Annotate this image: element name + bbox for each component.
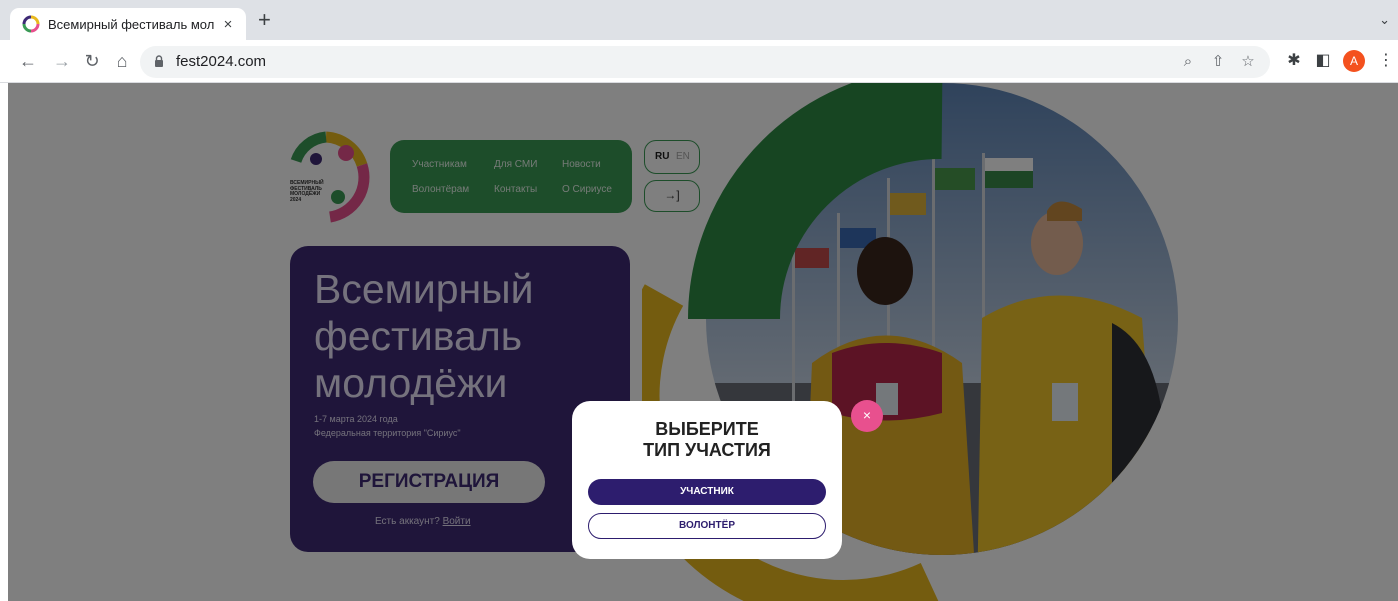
- back-icon[interactable]: ←: [16, 49, 40, 73]
- volunteer-button[interactable]: ВОЛОНТЁР: [588, 513, 826, 539]
- extensions-icon[interactable]: ✱: [1283, 50, 1305, 72]
- participant-button[interactable]: УЧАСТНИК: [588, 479, 826, 505]
- tab-strip: Всемирный фестиваль молод × + ⌄: [0, 0, 1398, 40]
- profile-avatar[interactable]: A: [1343, 50, 1365, 72]
- forward-icon[interactable]: →: [50, 49, 74, 73]
- zoom-icon[interactable]: ⌕: [1178, 52, 1198, 72]
- page-content: ВСЕМИРНЫЙ ФЕСТИВАЛЬ МОЛОДЁЖИ 2024 Участн…: [8, 83, 1398, 601]
- tab-close-icon[interactable]: ×: [220, 16, 236, 33]
- reload-icon[interactable]: ↻: [80, 49, 104, 73]
- browser-toolbar: ← → ↻ ⌂ fest2024.com ⌕ ⇧ ☆ ✱ ◧ A ⋮: [0, 40, 1398, 83]
- side-panel-icon[interactable]: ◧: [1312, 50, 1334, 72]
- close-icon[interactable]: ×: [851, 400, 883, 432]
- modal-title: ВЫБЕРИТЕ ТИП УЧАСТИЯ: [643, 419, 771, 460]
- home-icon[interactable]: ⌂: [110, 49, 134, 73]
- browser-tab[interactable]: Всемирный фестиваль молод ×: [10, 8, 246, 40]
- share-icon[interactable]: ⇧: [1208, 52, 1228, 72]
- kebab-menu-icon[interactable]: ⋮: [1375, 50, 1397, 72]
- bookmark-star-icon[interactable]: ☆: [1238, 52, 1258, 72]
- tab-title: Всемирный фестиваль молод: [48, 16, 214, 32]
- address-bar[interactable]: fest2024.com ⌕ ⇧ ☆: [140, 46, 1270, 78]
- participation-type-modal: ВЫБЕРИТЕ ТИП УЧАСТИЯ УЧАСТНИК ВОЛОНТЁР: [572, 401, 842, 559]
- lock-icon: [155, 55, 163, 67]
- page-viewport: ВСЕМИРНЫЙ ФЕСТИВАЛЬ МОЛОДЁЖИ 2024 Участн…: [0, 83, 1398, 601]
- new-tab-button[interactable]: +: [258, 9, 271, 31]
- url-text: fest2024.com: [176, 53, 267, 70]
- festival-favicon-icon: [22, 15, 40, 33]
- tab-search-icon[interactable]: ⌄: [1379, 12, 1390, 28]
